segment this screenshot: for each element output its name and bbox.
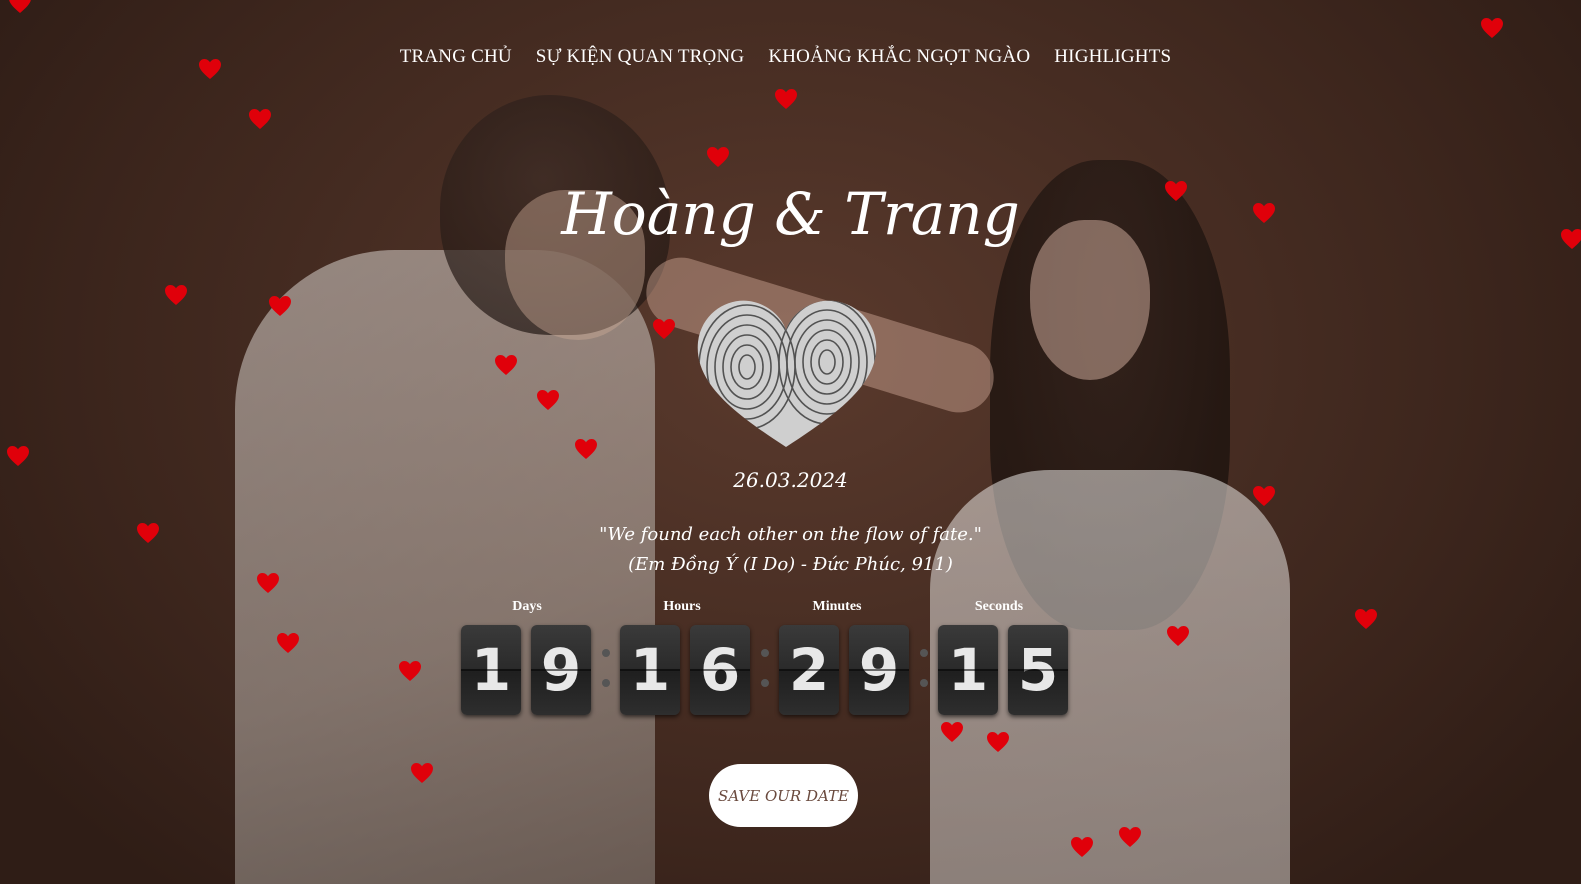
heart-icon xyxy=(277,633,299,653)
label-days: Days xyxy=(512,599,542,614)
heart-icon xyxy=(7,446,29,466)
heart-icon xyxy=(411,763,433,783)
heart-icon xyxy=(1071,837,1093,857)
days-digit-2: 9 xyxy=(531,625,591,715)
heart-icon xyxy=(1165,181,1187,201)
heart-icon xyxy=(249,109,271,129)
heart-icon xyxy=(1561,229,1581,249)
days-digit-1: 1 xyxy=(461,625,521,715)
couple-title: Hoàng & Trang xyxy=(561,180,1020,248)
main-nav: TRANG CHỦ SỰ KIỆN QUAN TRỌNG KHOẢNG KHẮC… xyxy=(0,46,1581,68)
nav-item-moments[interactable]: KHOẢNG KHẮC NGỌT NGÀO xyxy=(768,46,1030,68)
heart-icon xyxy=(575,439,597,459)
separator xyxy=(761,649,769,693)
label-seconds: Seconds xyxy=(974,599,1024,614)
separator xyxy=(602,649,610,693)
heart-icon xyxy=(269,296,291,316)
hours-digit-2: 6 xyxy=(690,625,750,715)
minutes-digit-1: 2 xyxy=(779,625,839,715)
heart-icon xyxy=(1167,626,1189,646)
heart-icon xyxy=(165,285,187,305)
minutes-digit-2: 9 xyxy=(849,625,909,715)
nav-item-events[interactable]: SỰ KIỆN QUAN TRỌNG xyxy=(536,46,745,68)
heart-icon xyxy=(1481,18,1503,38)
heart-icon xyxy=(9,0,31,13)
hours-digit-1: 1 xyxy=(620,625,680,715)
quote-line-2: (Em Đồng Ý (I Do) - Đức Phúc, 911) xyxy=(628,554,953,575)
heart-icon xyxy=(537,390,559,410)
wedding-date: 26.03.2024 xyxy=(733,468,848,492)
label-hours: Hours xyxy=(663,599,701,614)
nav-item-home[interactable]: TRANG CHỦ xyxy=(400,46,512,68)
separator xyxy=(920,649,928,693)
heart-icon xyxy=(653,319,675,339)
heart-icon xyxy=(1253,486,1275,506)
fingerprint-heart-icon xyxy=(697,300,877,447)
heart-icon xyxy=(707,147,729,167)
heart-icon xyxy=(137,523,159,543)
heart-icon xyxy=(257,573,279,593)
heart-icon xyxy=(399,661,421,681)
seconds-digit-2: 5 xyxy=(1008,625,1068,715)
nav-item-highlights[interactable]: HIGHLIGHTS xyxy=(1054,46,1171,68)
heart-icon xyxy=(199,59,221,79)
quote-line-1: "We found each other on the flow of fate… xyxy=(599,524,982,545)
seconds-digit-1: 1 xyxy=(938,625,998,715)
heart-icon xyxy=(775,89,797,109)
heart-icon xyxy=(1253,203,1275,223)
heart-icon xyxy=(1355,609,1377,629)
heart-icon xyxy=(941,722,963,742)
label-minutes: Minutes xyxy=(812,599,862,614)
heart-icon xyxy=(1119,827,1141,847)
save-our-date-button[interactable]: SAVE OUR DATE xyxy=(709,764,858,827)
heart-icon xyxy=(987,732,1009,752)
quote: "We found each other on the flow of fate… xyxy=(0,520,1581,580)
heart-icon xyxy=(495,355,517,375)
